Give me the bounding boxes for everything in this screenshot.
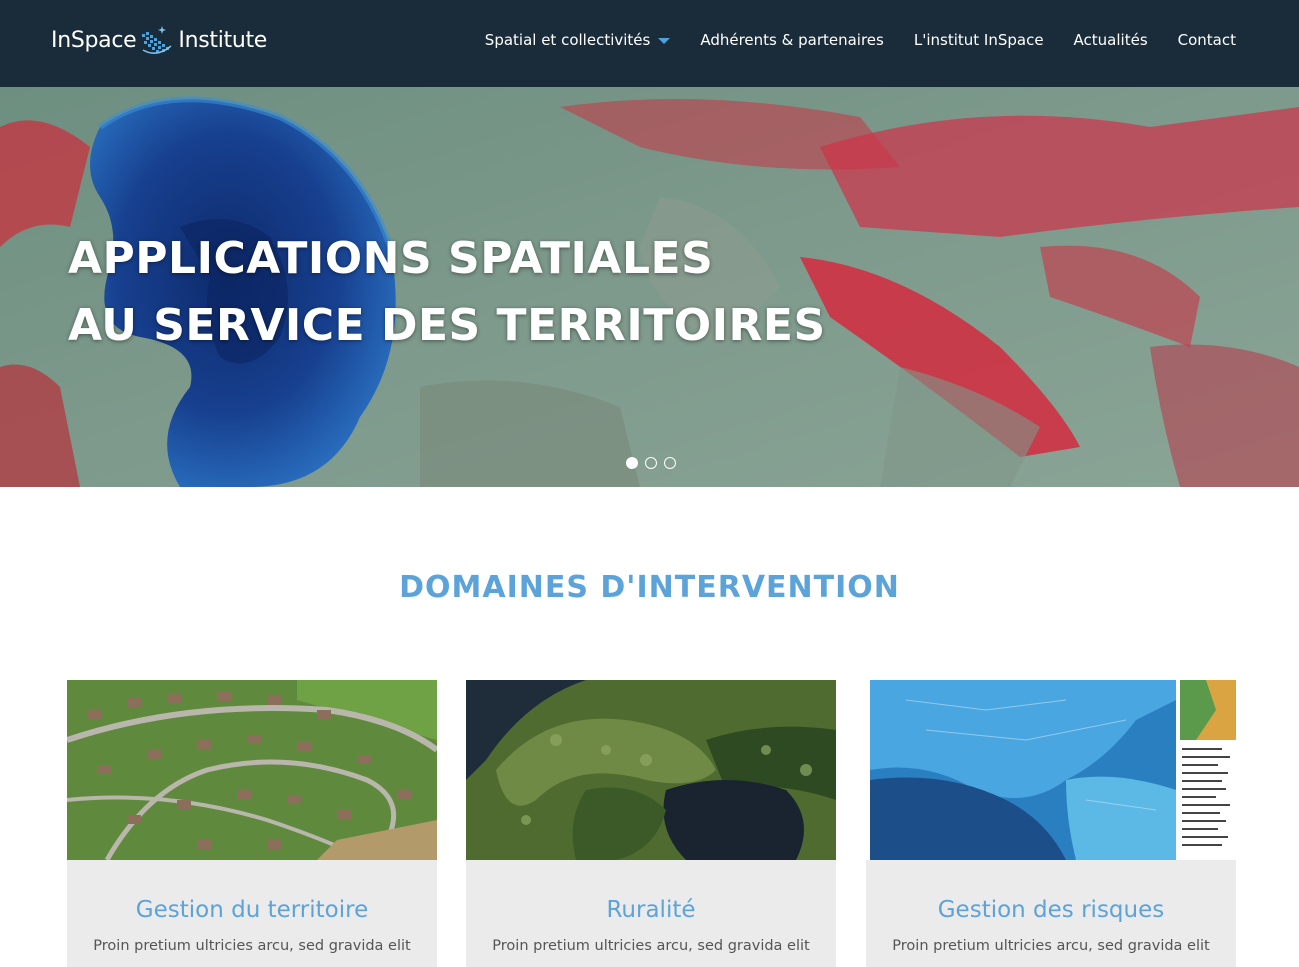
logo-globe-icon: [140, 20, 174, 60]
card-image-wetland: [466, 680, 836, 860]
hero-title-line-1: APPLICATIONS SPATIALES: [68, 233, 714, 284]
logo-text-inspace: InSpace: [51, 27, 137, 53]
section-title: DOMAINES D'INTERVENTION: [399, 570, 900, 605]
site-logo[interactable]: InSpace Institute: [51, 18, 267, 62]
slider-dot-1[interactable]: [626, 457, 638, 469]
card-image-suburb: [67, 680, 437, 860]
hero-slider: APPLICATIONS SPATIALES AU SERVICE DES TE…: [0, 87, 1299, 487]
card-image-risk-map: [866, 680, 1236, 860]
card-title: Gestion du territoire: [135, 897, 369, 923]
card-ruralite[interactable]: Ruralité Proin pretium ultricies arcu, s…: [466, 680, 836, 967]
hero-title-line-2: AU SERVICE DES TERRITOIRES: [68, 300, 826, 351]
card-text: Proin pretium ultricies arcu, sed gravid…: [492, 938, 810, 954]
chevron-down-icon: [658, 37, 671, 44]
main-nav: Spatial et collectivités Adhérents & par…: [485, 31, 1236, 49]
card-text: Proin pretium ultricies arcu, sed gravid…: [93, 938, 411, 954]
slider-dot-2[interactable]: [645, 457, 657, 469]
card-title: Ruralité: [606, 897, 696, 923]
card-gestion-risques[interactable]: Gestion des risques Proin pretium ultric…: [866, 680, 1236, 967]
card-text: Proin pretium ultricies arcu, sed gravid…: [892, 938, 1210, 954]
nav-item-actualites[interactable]: Actualités: [1074, 31, 1148, 49]
logo-text-institute: Institute: [178, 27, 268, 53]
slider-dots: [626, 457, 683, 469]
nav-item-institut[interactable]: L'institut InSpace: [914, 31, 1044, 49]
nav-item-contact[interactable]: Contact: [1178, 31, 1236, 49]
site-header: InSpace Institute Spatial et collectivit…: [0, 0, 1299, 87]
card-gestion-territoire[interactable]: Gestion du territoire Proin pretium ultr…: [67, 680, 437, 967]
hero-title: APPLICATIONS SPATIALES AU SERVICE DES TE…: [68, 225, 826, 359]
slider-dot-3[interactable]: [664, 457, 676, 469]
nav-item-adherents[interactable]: Adhérents & partenaires: [700, 31, 884, 49]
card-title: Gestion des risques: [937, 897, 1165, 923]
nav-label: Spatial et collectivités: [484, 31, 651, 49]
nav-item-spatial[interactable]: Spatial et collectivités: [485, 31, 671, 49]
